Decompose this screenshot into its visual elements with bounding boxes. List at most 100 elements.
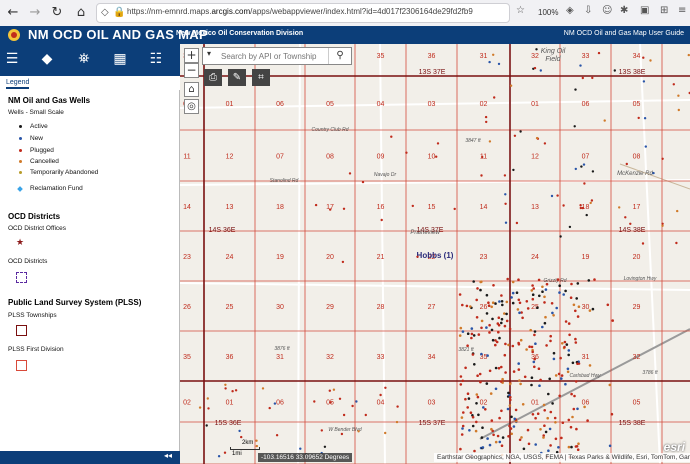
map-canvas[interactable]: 3332333435363132333402010605040302010605… <box>180 44 690 464</box>
section-label: 13 <box>226 204 234 211</box>
puzzle-icon[interactable]: ▣ <box>640 5 649 16</box>
place-label: Navajo Dr <box>374 172 397 178</box>
section-label: 35 <box>377 53 385 60</box>
home-icon[interactable]: ⌂ <box>72 4 90 22</box>
well-point <box>552 314 555 317</box>
search-icon[interactable]: ⚲ <box>328 48 351 64</box>
well-point <box>542 436 545 439</box>
well-point <box>380 218 383 222</box>
extensions-icon[interactable]: ✱ <box>620 5 628 16</box>
section-label: 05 <box>326 101 334 108</box>
well-point <box>537 278 541 282</box>
search-source-dropdown-icon[interactable]: ▾ <box>207 49 211 58</box>
well-point <box>234 389 238 392</box>
well-point <box>533 333 536 337</box>
well-point <box>549 339 552 343</box>
well-point <box>539 428 542 431</box>
zoom-out-button[interactable]: − <box>184 63 199 78</box>
section-label: 18 <box>276 204 284 211</box>
well-point <box>488 331 491 334</box>
well-point <box>492 53 495 56</box>
well-point <box>516 308 520 311</box>
well-point <box>494 302 497 305</box>
back-icon[interactable]: ← <box>4 4 22 22</box>
home-extent-icon[interactable]: ⌂ <box>184 82 199 97</box>
well-point <box>313 400 316 403</box>
well-point <box>207 407 210 410</box>
well-point <box>533 330 537 333</box>
reload-icon[interactable]: ↻ <box>48 4 66 22</box>
well-point <box>509 398 512 402</box>
print-icon[interactable]: ⎙ <box>204 69 222 86</box>
well-point <box>661 224 664 227</box>
collapse-panel-icon[interactable]: ◂◂ <box>164 451 172 460</box>
well-point <box>507 343 510 347</box>
map-view[interactable]: 3332333435363132333402010605040302010605… <box>180 44 690 464</box>
well-point <box>469 411 473 415</box>
well-point <box>471 424 475 428</box>
well-point <box>569 425 573 429</box>
measure-icon[interactable]: ⌗ <box>252 69 270 86</box>
well-point <box>560 374 564 377</box>
well-point <box>554 421 557 424</box>
well-point <box>557 446 560 449</box>
draw-icon[interactable]: ✎ <box>228 69 246 86</box>
well-point <box>531 297 535 301</box>
star-icon[interactable]: ☆ <box>516 5 525 16</box>
locate-icon[interactable]: ◎ <box>184 99 199 114</box>
well-point <box>552 351 556 355</box>
gallery-icon[interactable]: ▦ <box>110 49 130 69</box>
attribute-table-icon[interactable]: ☷ <box>146 49 166 69</box>
legend-list-icon[interactable]: ☰ <box>2 49 22 69</box>
search-input[interactable] <box>221 49 325 63</box>
address-bar[interactable]: ◇ 🔒 https://nm-emnrd.maps.arcgis.com/app… <box>96 3 510 23</box>
pocket-icon[interactable]: ◈ <box>566 5 574 16</box>
well-point <box>556 278 560 281</box>
well-point <box>649 59 652 62</box>
download-icon[interactable]: ⇩ <box>584 5 592 16</box>
well-point <box>573 125 576 128</box>
well-point <box>571 415 574 419</box>
well-point <box>299 447 302 450</box>
section-label: 07 <box>582 154 590 161</box>
well-point <box>505 319 509 323</box>
layers-icon[interactable]: ◆ <box>37 49 57 69</box>
well-point <box>485 382 489 385</box>
place-label: Stanolind Rd <box>270 178 299 184</box>
well-point <box>521 316 524 320</box>
ocd-logo-icon <box>8 29 20 41</box>
well-point <box>498 300 501 303</box>
zoom-in-button[interactable]: + <box>184 48 199 63</box>
well-point <box>677 94 680 97</box>
well-point <box>541 285 544 289</box>
well-point <box>574 341 578 344</box>
forward-icon[interactable]: → <box>26 4 44 22</box>
section-label: 02 <box>480 101 488 108</box>
well-point <box>462 411 465 414</box>
well-point <box>576 315 580 318</box>
zoom-level[interactable]: 100% <box>538 8 558 17</box>
well-point <box>583 405 586 409</box>
menu-icon[interactable]: ≡ <box>678 5 686 16</box>
search-widget[interactable]: ▾ ⚲ <box>202 47 352 65</box>
section-label: 02 <box>480 400 488 407</box>
well-point <box>506 407 510 411</box>
section-label: 13 <box>531 204 539 211</box>
well-point <box>557 372 561 376</box>
well-point <box>198 406 202 409</box>
well-point <box>490 427 493 431</box>
account-icon[interactable]: ☺ <box>602 5 612 16</box>
sidebar-icon[interactable]: ⊞ <box>660 5 668 16</box>
well-point <box>480 326 483 330</box>
well-point <box>329 208 332 211</box>
well-point <box>512 168 515 172</box>
well-point <box>570 392 573 396</box>
section-label: 05 <box>633 400 641 407</box>
basemap-icon[interactable]: ⛯ <box>74 49 94 69</box>
legend-item-plugged: Plugged <box>30 147 54 154</box>
well-point <box>536 412 540 416</box>
legend-tab[interactable]: Legend <box>0 76 180 91</box>
user-guide-link[interactable]: NM OCD Oil and Gas Map User Guide <box>564 30 684 37</box>
well-point <box>471 353 475 356</box>
well-point <box>488 369 492 373</box>
